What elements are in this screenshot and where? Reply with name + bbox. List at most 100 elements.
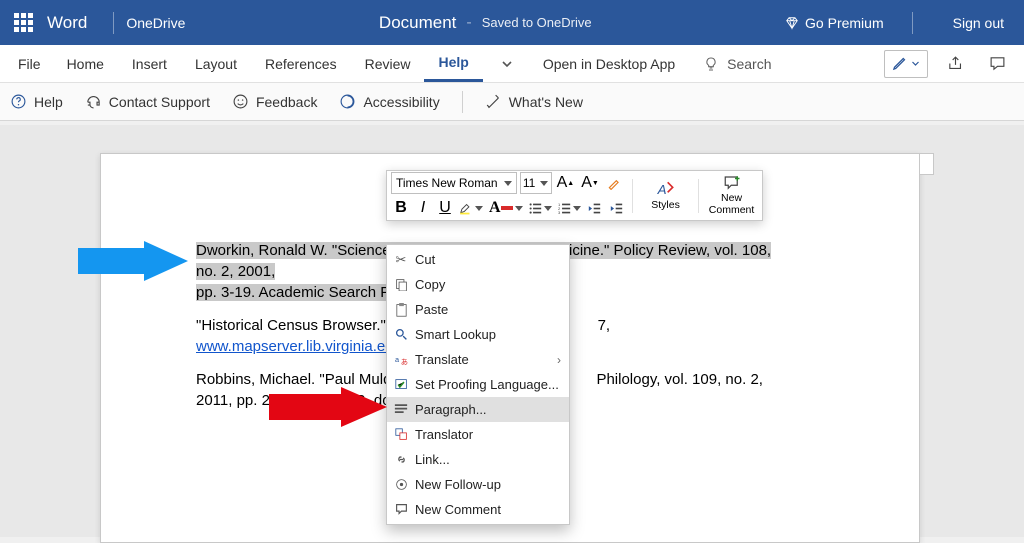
title-center: Document - Saved to OneDrive: [185, 13, 785, 33]
help-circle-icon: [10, 93, 27, 110]
go-premium-label: Go Premium: [805, 15, 884, 31]
tab-overflow[interactable]: [487, 45, 527, 82]
ctx-translate[interactable]: aあTranslate›: [387, 347, 569, 372]
highlighted-text-line-2: pp. 3-19. Academic Search Prem: [196, 284, 416, 301]
styles-icon: A: [655, 179, 677, 199]
title-bar: Word OneDrive Document - Saved to OneDri…: [0, 0, 1024, 45]
whatsnew-button[interactable]: What's New: [485, 93, 583, 110]
ctx-copy[interactable]: Copy: [387, 272, 569, 297]
ctx-proofing[interactable]: Set Proofing Language...: [387, 372, 569, 397]
language-icon: [395, 378, 408, 391]
highlighter-icon: [459, 201, 473, 215]
text-segment: "Historical Census Browser." Un: [196, 317, 409, 334]
help-button[interactable]: Help: [10, 93, 63, 110]
context-menu: ✂Cut Copy Paste Smart Lookup aあTranslate…: [386, 244, 570, 525]
app-name[interactable]: Word: [47, 13, 101, 33]
font-size-select[interactable]: 11: [520, 172, 552, 194]
link-icon: [395, 453, 408, 466]
chevron-down-icon: [911, 59, 920, 68]
highlight-color-button[interactable]: [457, 197, 485, 219]
new-comment-button[interactable]: New Comment: [705, 173, 759, 219]
share-icon: [947, 55, 964, 72]
chevron-down-icon: [501, 58, 513, 70]
chevron-down-icon: [515, 206, 523, 211]
bold-button[interactable]: B: [391, 197, 411, 219]
lightbulb-icon: [703, 56, 719, 72]
followup-icon: [395, 478, 408, 491]
paste-icon: [395, 303, 408, 317]
annotation-arrow-blue: [78, 241, 188, 281]
translate-icon: aあ: [395, 353, 408, 366]
headset-icon: [85, 93, 102, 110]
styles-button[interactable]: A Styles: [639, 173, 693, 219]
location-label[interactable]: OneDrive: [126, 15, 185, 31]
diamond-icon: [785, 16, 799, 30]
ctx-translator[interactable]: Translator: [387, 422, 569, 447]
feedback-button[interactable]: Feedback: [232, 93, 317, 110]
ctx-cut[interactable]: ✂Cut: [387, 247, 569, 272]
annotation-arrow-red: [269, 387, 387, 427]
tab-help[interactable]: Help: [424, 45, 482, 82]
comments-button[interactable]: [982, 49, 1012, 79]
doc-title[interactable]: Document: [379, 13, 456, 33]
app-launcher-icon[interactable]: [14, 13, 33, 32]
save-status[interactable]: Saved to OneDrive: [482, 15, 592, 30]
share-button[interactable]: [940, 49, 970, 79]
separator: [912, 12, 913, 34]
text-segment: Robbins, Michael. "Paul Muldoo: [196, 371, 408, 388]
list-bullets-icon: [529, 202, 542, 215]
comment-icon: [989, 55, 1006, 72]
tab-references[interactable]: References: [251, 45, 351, 82]
underline-button[interactable]: U: [435, 197, 455, 219]
tab-insert[interactable]: Insert: [118, 45, 181, 82]
indent-button[interactable]: [607, 197, 627, 219]
pencil-icon: [892, 56, 907, 71]
tab-review[interactable]: Review: [351, 45, 425, 82]
ctx-link[interactable]: Link...: [387, 447, 569, 472]
go-premium-button[interactable]: Go Premium: [785, 15, 884, 31]
format-painter-button[interactable]: [604, 172, 624, 194]
help-label: Help: [34, 94, 63, 110]
font-color-button[interactable]: A: [487, 197, 525, 219]
tab-home[interactable]: Home: [53, 45, 118, 82]
bullets-button[interactable]: [527, 197, 554, 219]
numbering-button[interactable]: 123: [556, 197, 583, 219]
sparkle-icon: [485, 93, 502, 110]
ctx-smart-lookup[interactable]: Smart Lookup: [387, 322, 569, 347]
font-family-value: Times New Roman: [396, 176, 498, 190]
tab-file[interactable]: File: [6, 45, 53, 82]
contact-support-button[interactable]: Contact Support: [85, 93, 210, 110]
grow-font-button[interactable]: A▲: [555, 172, 577, 194]
outdent-button[interactable]: [585, 197, 605, 219]
ctx-new-comment[interactable]: New Comment: [387, 497, 569, 522]
paint-brush-icon: [607, 176, 621, 190]
svg-text:あ: あ: [400, 357, 407, 366]
list-numbered-icon: 123: [558, 202, 571, 215]
ctx-followup[interactable]: New Follow-up: [387, 472, 569, 497]
ctx-paste[interactable]: Paste: [387, 297, 569, 322]
whatsnew-label: What's New: [509, 94, 583, 110]
page-edge: [920, 153, 934, 175]
link-virginia[interactable]: www.mapserver.lib.virginia.edu/: [196, 338, 406, 355]
sign-out-button[interactable]: Sign out: [941, 15, 1016, 31]
title-right: Go Premium Sign out: [785, 12, 1016, 34]
shrink-font-button[interactable]: A▼: [579, 172, 601, 194]
ribbon-tabs: File Home Insert Layout References Revie…: [0, 45, 1024, 83]
svg-text:3: 3: [558, 210, 561, 215]
dash: -: [466, 14, 471, 32]
open-in-desktop[interactable]: Open in Desktop App: [527, 45, 691, 82]
font-family-select[interactable]: Times New Roman: [391, 172, 517, 194]
color-swatch-icon: [501, 206, 513, 210]
tab-layout[interactable]: Layout: [181, 45, 251, 82]
separator: [113, 12, 114, 34]
ctx-paragraph[interactable]: Paragraph...: [387, 397, 569, 422]
tell-me-search[interactable]: Search: [691, 56, 783, 72]
italic-button[interactable]: I: [413, 197, 433, 219]
smile-icon: [232, 93, 249, 110]
new-comment-label: New Comment: [709, 193, 755, 216]
ribbon-right: [884, 49, 1018, 79]
accessibility-button[interactable]: Accessibility: [339, 93, 439, 110]
edit-mode-button[interactable]: [884, 50, 928, 78]
chevron-down-icon: [544, 206, 552, 211]
svg-text:a: a: [395, 355, 400, 364]
